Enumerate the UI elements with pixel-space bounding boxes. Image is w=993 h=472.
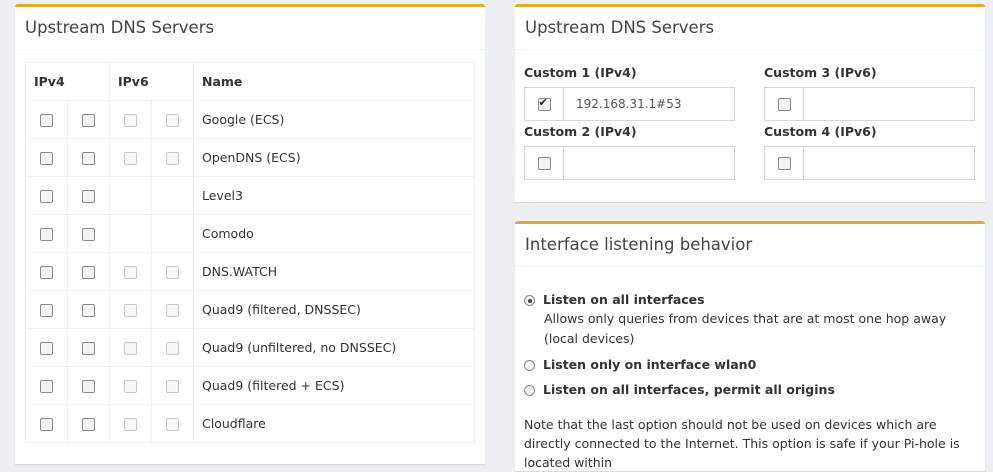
table-row: Quad9 (unfiltered, no DNSSEC) [25,328,475,367]
custom3-checkbox[interactable] [777,97,791,111]
upstream-dns-servers-panel: Upstream DNS Servers IPv4 IPv6 Name Goog… [15,4,485,464]
ipv4-checkbox-primary[interactable] [40,152,53,165]
table-row: Quad9 (filtered + ECS) [25,366,475,405]
ipv4-checkbox-primary[interactable] [40,266,53,279]
custom4-checkbox[interactable] [777,156,791,170]
radio-permit-all-origins[interactable] [524,385,535,396]
custom1-checkbox[interactable] [537,96,551,111]
radio-single-interface[interactable] [524,360,535,371]
ipv4-checkbox-secondary[interactable] [82,304,95,317]
ipv4-checkbox-secondary[interactable] [82,228,95,241]
server-name: Google (ECS) [193,100,475,139]
ipv4-checkbox-primary[interactable] [40,114,53,127]
ipv6-checkbox-secondary [166,114,179,127]
ipv4-column-header: IPv4 [25,62,110,101]
ipv4-checkbox-primary[interactable] [40,418,53,431]
ipv4-checkbox-primary[interactable] [40,190,53,203]
ipv4-checkbox-primary[interactable] [40,304,53,317]
custom1-input[interactable] [564,88,734,120]
table-row: Comodo [25,214,475,253]
ipv6-checkbox-secondary [166,304,179,317]
ipv4-checkbox-secondary[interactable] [82,380,95,393]
ipv6-checkbox-secondary [166,152,179,165]
table-row: Cloudflare [25,404,475,443]
ipv4-checkbox-primary[interactable] [40,228,53,241]
custom3-input[interactable] [804,88,974,120]
custom4-group [764,146,975,180]
ipv6-checkbox-primary [124,266,137,279]
server-name: Quad9 (unfiltered, no DNSSEC) [193,328,475,367]
custom2-label: Custom 2 (IPv4) [524,124,637,139]
custom-dns-servers-panel: Upstream DNS Servers Custom 1 (IPv4) Cus… [515,4,985,202]
server-name: Quad9 (filtered, DNSSEC) [193,290,475,329]
ipv4-checkbox-secondary[interactable] [82,190,95,203]
option-single-interface[interactable]: Listen only on interface wlan0 [524,357,756,372]
ipv4-checkbox-secondary[interactable] [82,418,95,431]
ipv4-checkbox-secondary[interactable] [82,266,95,279]
custom2-group [524,146,735,180]
ipv6-checkbox-primary [124,114,137,127]
option-label: Listen on all interfaces [543,292,705,307]
ipv4-checkbox-primary[interactable] [40,342,53,355]
option-label: Listen on all interfaces, permit all ori… [543,382,835,397]
ipv6-checkbox-secondary [166,380,179,393]
warning-note: Note that the last option should not be … [524,417,960,470]
ipv6-checkbox-primary [124,342,137,355]
custom1-group [524,87,735,121]
option-label: Listen only on interface wlan0 [543,357,757,372]
ipv6-checkbox-primary [124,152,137,165]
ipv4-checkbox-secondary[interactable] [82,114,95,127]
server-name: OpenDNS (ECS) [193,138,475,177]
custom3-group [764,87,975,121]
server-name: Quad9 (filtered + ECS) [193,366,475,405]
radio-all-interfaces[interactable] [524,295,535,306]
ipv4-checkbox-primary[interactable] [40,380,53,393]
table-row: Level3 [25,176,475,215]
table-row: DNS.WATCH [25,252,475,291]
ipv4-checkbox-secondary[interactable] [82,152,95,165]
interface-listening-panel: Interface listening behavior Listen on a… [515,221,985,471]
server-name: Level3 [193,176,475,215]
custom2-checkbox[interactable] [537,156,551,170]
option-all-interfaces[interactable]: Listen on all interfaces [524,292,705,307]
option-description: Allows only queries from devices that ar… [544,311,947,346]
custom2-input[interactable] [564,147,734,179]
custom4-input[interactable] [804,147,974,179]
ipv6-checkbox-secondary [166,342,179,355]
custom1-label: Custom 1 (IPv4) [524,65,637,80]
ipv6-checkbox-secondary [166,418,179,431]
ipv6-checkbox-primary [124,380,137,393]
panel-title: Upstream DNS Servers [515,7,985,50]
name-column-header: Name [193,62,475,101]
panel-title: Upstream DNS Servers [15,7,485,50]
custom4-label: Custom 4 (IPv6) [764,124,877,139]
ipv6-checkbox-primary [124,418,137,431]
server-name: Comodo [193,214,475,253]
table-row: Quad9 (filtered, DNSSEC) [25,290,475,329]
table-row: Google (ECS) [25,100,475,139]
table-header-row: IPv4 IPv6 Name [25,62,475,101]
custom3-label: Custom 3 (IPv6) [764,65,877,80]
ipv6-checkbox-primary [124,304,137,317]
server-name: DNS.WATCH [193,252,475,291]
table-row: OpenDNS (ECS) [25,138,475,177]
ipv6-column-header: IPv6 [109,62,194,101]
dns-servers-table: IPv4 IPv6 Name Google (ECS) OpenDNS (ECS)… [25,62,475,443]
server-name: Cloudflare [193,404,475,443]
ipv6-checkbox-secondary [166,266,179,279]
panel-title: Interface listening behavior [515,224,985,267]
ipv4-checkbox-secondary[interactable] [82,342,95,355]
option-permit-all-origins[interactable]: Listen on all interfaces, permit all ori… [524,382,835,397]
